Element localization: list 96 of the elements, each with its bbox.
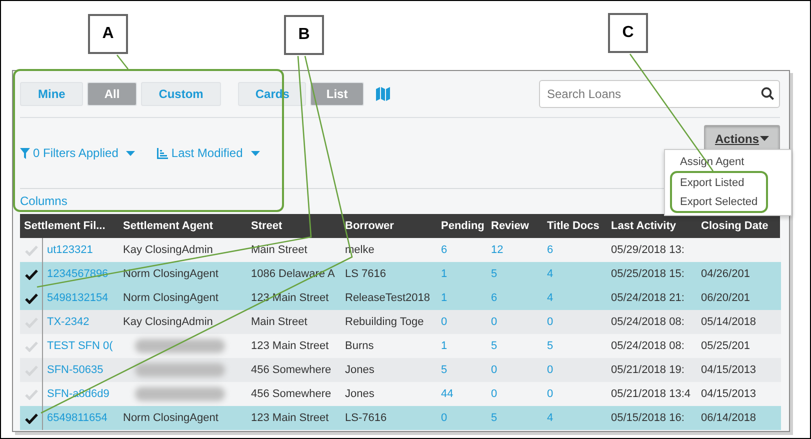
count-link[interactable]: 5 [487,406,543,430]
column-header[interactable]: Review [487,214,543,238]
table-cell-text: LS 7616 [344,267,387,282]
table-cell-text: Kay ClosingAdmin [122,315,214,330]
table-cell-text: 456 Somewhere [250,387,332,402]
table-cell-text: 05/24/2018 08: [610,339,686,354]
checkmark-icon[interactable] [24,292,38,304]
checkmark-icon[interactable] [24,268,38,280]
sort-button[interactable]: Last Modified [157,146,260,160]
callout-label: C [608,13,648,53]
caret-icon [250,150,260,156]
sort-icon [157,148,168,158]
count-link[interactable]: 1 [437,334,487,358]
table-cell-text: 04/15/2013 [700,387,758,402]
table-cell-text: Burns [344,339,375,354]
count-link[interactable]: 4 [543,406,607,430]
table-cell-text: 123 Main Street [250,339,330,354]
count-link[interactable]: 0 [437,406,487,430]
table-cell-text: 04/26/201 [700,267,751,282]
filter-icon [20,148,30,158]
caret-icon [126,150,136,156]
scope-tab[interactable]: All [87,82,137,106]
view-tab[interactable]: List [310,82,364,106]
table-cell-text: 456 Somewhere [250,363,332,378]
table-cell-text: Norm ClosingAgent [122,411,220,426]
table-cell-text: ReleaseTest2018 [344,291,432,306]
filters-button[interactable]: 0 Filters Applied [20,146,136,160]
search-icon[interactable] [761,87,774,100]
scope-tab[interactable]: Custom [140,82,222,106]
count-link[interactable]: 5 [437,358,487,382]
count-link[interactable]: 6 [487,286,543,310]
table-cell-text: 06/20/201 [700,291,751,306]
table-cell-text: 05/24/2018 21: [610,291,686,306]
column-header[interactable]: Title Docs [543,214,607,238]
table-cell-text: 04/15/2013 [700,363,758,378]
count-link[interactable]: 44 [437,382,487,406]
column-header[interactable]: Borrower [341,214,437,238]
count-link[interactable]: 0 [487,310,543,334]
file-link[interactable]: ut123321 [43,238,119,262]
table-cell-text: 06/14/2018 [700,411,758,426]
search-field[interactable]: Search Loans [539,80,780,108]
table-cell-text: LS-7616 [344,411,388,426]
scope-tab[interactable]: Mine [20,82,84,106]
count-link[interactable]: 4 [543,262,607,286]
table-cell-text: Kay ClosingAdmin [122,243,214,258]
count-link[interactable]: 5 [487,262,543,286]
column-header[interactable]: Last Activity [607,214,697,238]
menu-item[interactable]: Export Listed [680,173,744,192]
table-cell-text: 05/21/2018 19: [610,363,686,378]
table-cell-text: 05/21/2018 13:4 [610,387,692,402]
count-link[interactable]: 0 [543,382,607,406]
callout-label: A [88,14,128,54]
count-link[interactable]: 4 [543,286,607,310]
count-link[interactable]: 0 [543,310,607,334]
count-link[interactable]: 12 [487,238,543,262]
table-cell-text: 05/25/201 [700,339,751,354]
checkmark-icon[interactable] [24,412,38,424]
count-link[interactable]: 0 [487,382,543,406]
file-link[interactable]: TEST SFN 0( [43,334,119,358]
file-link[interactable]: SFN-50635 [43,358,119,382]
table-cell-text: Jones [344,363,376,378]
file-link[interactable]: 1234567896 [43,262,119,286]
count-link[interactable]: 5 [543,334,607,358]
count-link[interactable]: 1 [437,286,487,310]
table-cell-text: 123 Main Street [250,291,330,306]
table-cell-text: 123 Main Street [250,411,330,426]
count-link[interactable]: 0 [437,310,487,334]
table-cell-text: Norm ClosingAgent [122,291,220,306]
columns-link[interactable]: Columns [20,194,68,208]
table-cell-text: 05/15/2018 16: [610,411,686,426]
table-cell-text: Main Street [250,315,308,330]
table-cell-text: 05/29/2018 13: [610,243,686,258]
caret-icon [760,136,769,141]
table-cell-text: Jones [344,387,376,402]
column-header[interactable]: Settlement Fil... [20,214,119,238]
count-link[interactable]: 6 [437,238,487,262]
file-link[interactable]: TX-2342 [43,310,119,334]
count-link[interactable]: 6 [543,238,607,262]
table-cell-text: 05/24/2018 08: [610,315,686,330]
column-header[interactable]: Pending [437,214,487,238]
count-link[interactable]: 1 [437,262,487,286]
map-icon[interactable] [376,87,390,101]
table-cell-text: 05/25/2018 15: [610,267,686,282]
column-header[interactable]: Settlement Agent [119,214,247,238]
count-link[interactable]: 0 [487,358,543,382]
file-link[interactable]: 6549811654 [43,406,119,430]
table-cell-text: Norm ClosingAgent [122,267,220,282]
menu-item[interactable]: Export Selected [680,192,758,211]
count-link[interactable]: 5 [487,334,543,358]
count-link[interactable]: 0 [543,358,607,382]
table-cell-text: Rebuilding Toge [344,315,425,330]
file-link[interactable]: 5498132154 [43,286,119,310]
callout-label: B [284,15,324,55]
column-header[interactable]: Closing Date [697,214,781,238]
table-cell-text: 05/14/2018 [700,315,758,330]
column-header[interactable]: Street [247,214,341,238]
